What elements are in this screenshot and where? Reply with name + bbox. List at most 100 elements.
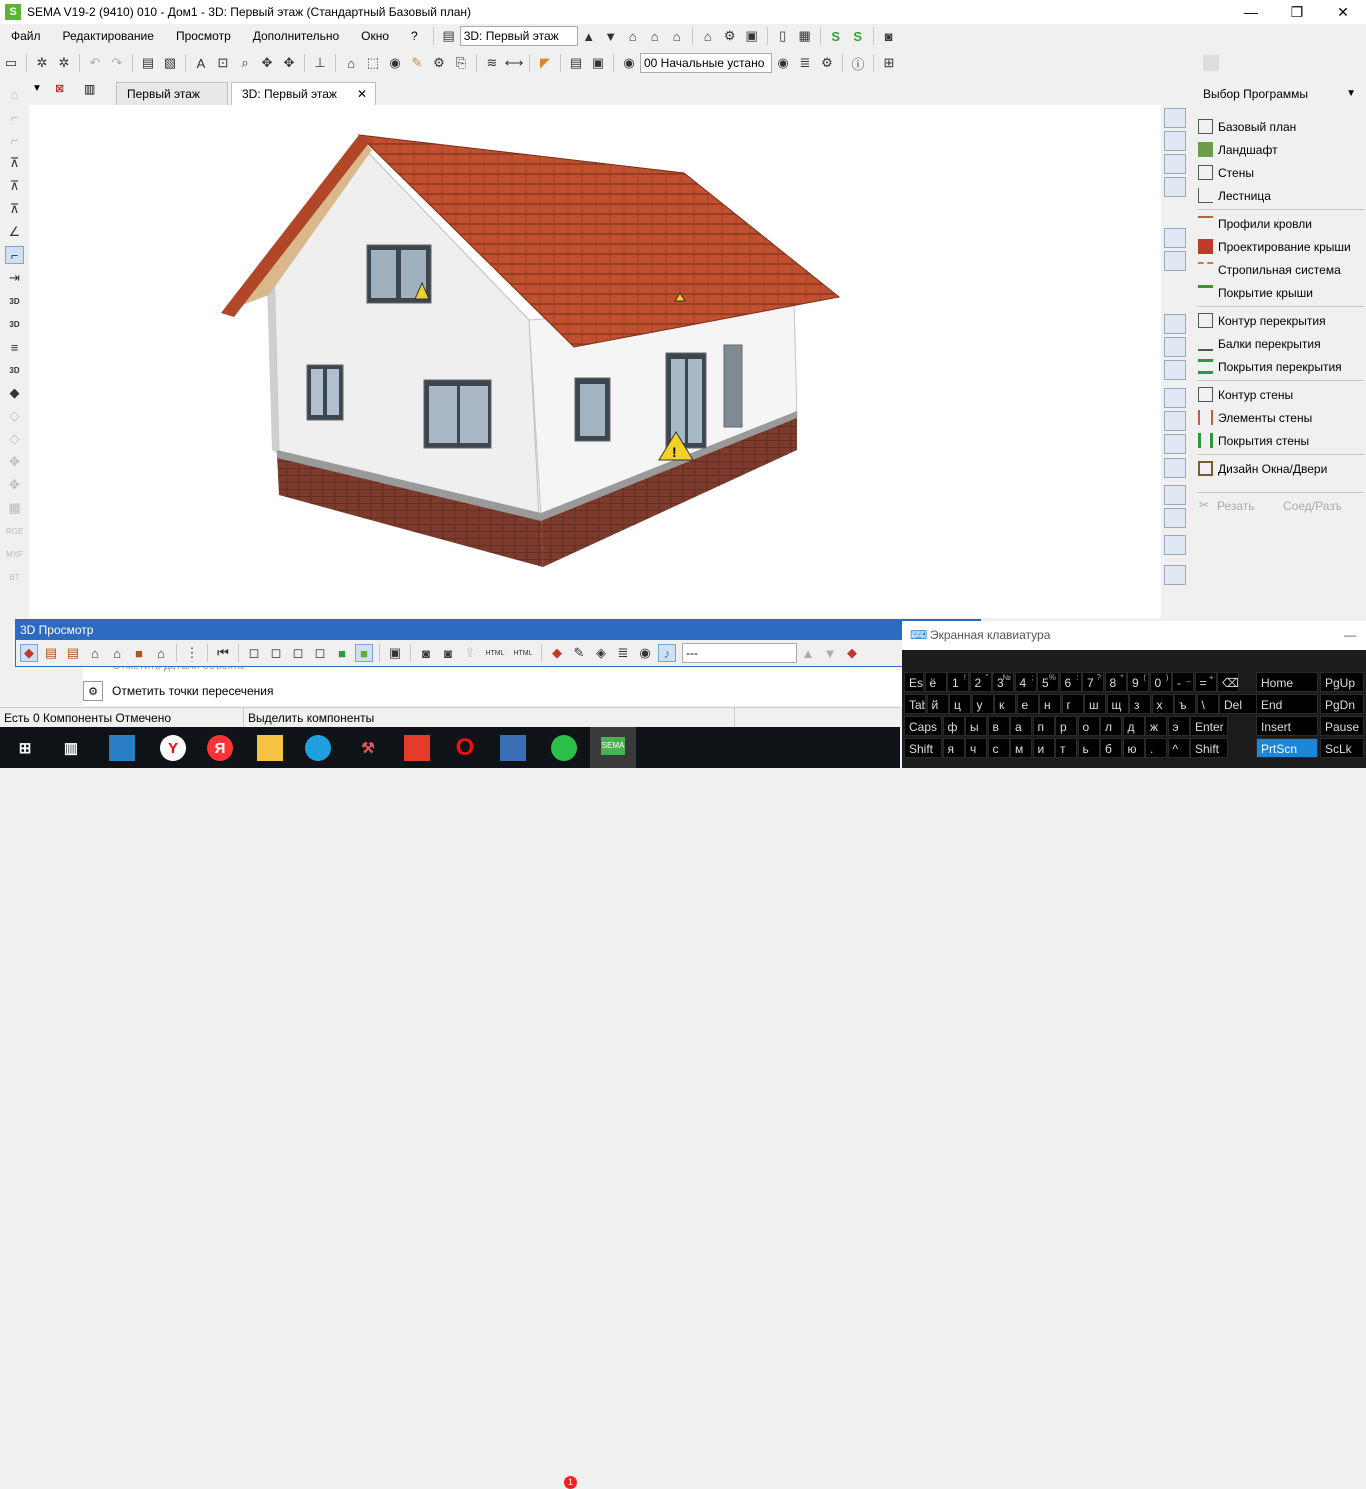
binoculars-icon[interactable]: ⊞ [880, 54, 898, 72]
3d-north-button[interactable]: ▤ [42, 644, 60, 662]
osk-key[interactable]: в [987, 716, 1010, 736]
sema-s2-icon[interactable]: S [849, 27, 867, 45]
calculator-icon[interactable]: ▦ [796, 27, 814, 45]
cube-icon[interactable]: ◈ [592, 644, 610, 662]
osk-key[interactable]: ш [1084, 694, 1106, 714]
sketchup-icon[interactable] [404, 735, 430, 761]
osk-key[interactable]: 1! [947, 672, 969, 692]
export-image-icon[interactable]: ▣ [386, 644, 404, 662]
osk-key[interactable]: 9( [1127, 672, 1149, 692]
footsteps-icon[interactable]: ⋮ [183, 644, 201, 662]
close-button[interactable]: ✕ [1320, 0, 1366, 24]
osk-key[interactable]: н [1039, 694, 1061, 714]
axis-icon[interactable]: ⊥ [311, 54, 329, 72]
floor-up-icon[interactable]: ⌂ [624, 27, 642, 45]
osk-key[interactable]: ф [942, 716, 965, 736]
osk-nav-key[interactable]: PgDn [1320, 694, 1364, 714]
osk-nav-key[interactable]: PgUp [1320, 672, 1364, 692]
osk-key[interactable]: ⌫ [1217, 672, 1239, 692]
task-view-icon[interactable]: ▥ [58, 735, 84, 761]
osk-key[interactable]: с [987, 738, 1010, 758]
move-tool-icon[interactable]: ✥ [5, 453, 24, 471]
down-arrow-icon[interactable]: ▼ [602, 27, 620, 45]
rotate-icon[interactable]: ✥ [280, 54, 298, 72]
osk-key[interactable]: ю [1122, 738, 1145, 758]
program-wall-contour[interactable]: Контур стены [1161, 383, 1366, 406]
restore-button[interactable]: ❐ [1274, 0, 1320, 24]
menu-edit[interactable]: Редактирование [52, 24, 165, 48]
osk-nav-key[interactable]: Home [1256, 672, 1318, 692]
grid-view-icon[interactable] [1203, 55, 1219, 71]
osk-key[interactable]: т [1055, 738, 1077, 758]
cube-outline2-icon[interactable]: ◇ [5, 430, 24, 448]
cube-tool-icon[interactable]: ◆ [5, 384, 24, 402]
program-window-door[interactable]: Дизайн Окна/Двери [1161, 457, 1366, 480]
osk-key[interactable]: - _ [1172, 672, 1194, 692]
osk-key[interactable]: е [1016, 694, 1039, 714]
whatsapp-icon[interactable] [551, 735, 577, 761]
osk-nav-key[interactable]: PrtScn [1256, 738, 1318, 758]
network-app-icon[interactable] [500, 735, 526, 761]
tab-first-floor[interactable]: Первый этаж [116, 82, 228, 105]
program-walls[interactable]: Стены [1161, 161, 1366, 184]
3d-house2-button[interactable]: ⌂ [108, 644, 126, 662]
osk-key[interactable]: л [1100, 716, 1122, 736]
osk-key[interactable]: ц [949, 694, 971, 714]
program-stairs[interactable]: Лестница [1161, 184, 1366, 207]
shaded-view-icon[interactable]: ■ [355, 644, 373, 662]
chevron-down-icon[interactable]: ▼ [1346, 88, 1356, 99]
osk-key[interactable]: а [1010, 716, 1032, 736]
photo-settings-icon[interactable]: ◙ [439, 644, 457, 662]
osk-key[interactable]: Caps [904, 716, 942, 736]
program-rafters[interactable]: Стропильная система [1161, 258, 1366, 281]
box-view-icon[interactable]: ◻ [245, 644, 263, 662]
osk-key[interactable]: 3 № [992, 672, 1014, 692]
text-icon[interactable]: A [192, 54, 210, 72]
menu-window[interactable]: Окно [350, 24, 400, 48]
house-view-icon[interactable]: ⌂ [342, 54, 360, 72]
program-landscape[interactable]: Ландшафт [1161, 138, 1366, 161]
select-icon[interactable]: ⬚ [364, 54, 382, 72]
floor-down-icon[interactable]: ⌂ [668, 27, 686, 45]
layout-icon[interactable]: ▣ [589, 54, 607, 72]
osk-nav-key[interactable]: Pause [1320, 716, 1364, 736]
box-view2-icon[interactable]: ◻ [267, 644, 285, 662]
osk-key[interactable]: ж [1145, 716, 1167, 736]
osk-key[interactable]: р [1055, 716, 1077, 736]
selected-tool-icon[interactable]: ⌐ [5, 246, 24, 264]
layers-paint-icon[interactable]: ≣ [614, 644, 632, 662]
pan-icon[interactable]: ✥ [258, 54, 276, 72]
up-icon[interactable]: ▲ [799, 644, 817, 662]
print-preview-icon[interactable]: ▧ [161, 54, 179, 72]
osk-key[interactable]: ъ [1174, 694, 1196, 714]
measure2-tool-icon[interactable]: ⊼ [5, 177, 24, 195]
program-slab-beams[interactable]: Балки перекрытия [1161, 332, 1366, 355]
gear-icon[interactable]: ⚙ [430, 54, 448, 72]
option-intersect[interactable]: ⚙ Отметить точки пересечения [83, 680, 903, 702]
osk-key[interactable]: и [1032, 738, 1055, 758]
tab-3d-first-floor[interactable]: 3D: Первый этаж ✕ [231, 82, 376, 105]
opera-icon[interactable]: O [452, 734, 478, 761]
close-all-tabs-icon[interactable]: ⊠ [55, 82, 71, 98]
osk-nav-key[interactable]: Insert [1256, 716, 1318, 736]
layer-settings-combo[interactable]: 00 Начальные устано [640, 53, 772, 73]
rge-tool-icon[interactable]: RGE [5, 522, 24, 540]
osk-key[interactable]: э [1167, 716, 1190, 736]
osk-key[interactable]: Tab [904, 694, 926, 714]
scale-icon[interactable]: ⟷ [505, 54, 524, 72]
options-gear-icon[interactable]: ⚙ [818, 54, 836, 72]
marker-icon[interactable]: ◤ [536, 54, 554, 72]
first-frame-icon[interactable]: ⏮ [214, 644, 232, 662]
camera-icon[interactable]: ◙ [880, 27, 898, 45]
osk-key[interactable]: г [1061, 694, 1084, 714]
brush-icon[interactable]: ✎ [408, 54, 426, 72]
print-settings-icon[interactable]: ▣ [743, 27, 761, 45]
program-roof-design[interactable]: Проектирование крыши [1161, 235, 1366, 258]
program-slab-contour[interactable]: Контур перекрытия [1161, 309, 1366, 332]
box-view4-icon[interactable]: ◻ [311, 644, 329, 662]
magic-wand2-icon[interactable]: ✲ [55, 54, 73, 72]
osk-key[interactable]: у [971, 694, 994, 714]
tab-menu-arrow-icon[interactable]: ▼ [32, 83, 44, 95]
control-panel-icon[interactable] [109, 735, 135, 761]
osk-key[interactable]: д [1122, 716, 1145, 736]
